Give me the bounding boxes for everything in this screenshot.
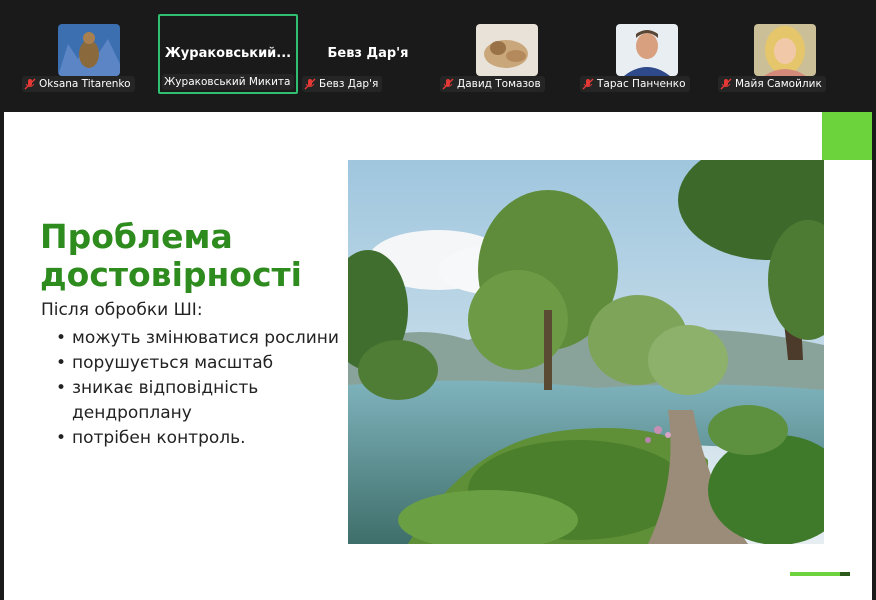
mic-muted-icon xyxy=(442,78,454,90)
participant-name-bar: Тарас Панченко xyxy=(580,76,690,92)
participant-video xyxy=(616,24,678,76)
participant-strip: Oksana Titarenko Жураковський... Жураков… xyxy=(0,0,876,108)
participant-name-bar: Давид Томазов xyxy=(440,76,545,92)
participant-tile-active[interactable]: Жураковський... Жураковський Микита xyxy=(158,14,298,94)
participant-display-name: Жураковський... xyxy=(164,46,292,61)
participant-name: Oksana Titarenko xyxy=(39,78,131,90)
mic-muted-icon xyxy=(304,78,316,90)
participant-name-bar: Oksana Titarenko xyxy=(22,76,135,92)
landscape-image xyxy=(348,160,824,544)
participant-name-bar: Бевз Дар'я xyxy=(302,76,383,92)
shared-slide: Проблема достовірності Після обробки ШІ:… xyxy=(4,112,872,600)
bullet-item: зникає відповідність дендроплану xyxy=(54,376,344,426)
slide-subtitle: Після обробки ШІ: xyxy=(41,300,203,320)
participant-name: Бевз Дар'я xyxy=(319,78,379,90)
bullet-item: порушується масштаб xyxy=(54,351,344,376)
participant-display-name: Бевз Дар'я xyxy=(327,46,409,61)
participant-tile[interactable]: Давид Томазов xyxy=(436,14,576,94)
mic-muted-icon xyxy=(24,78,36,90)
participant-name-bar: Майя Самойлик xyxy=(718,76,826,92)
bullet-item: можуть змінюватися рослини xyxy=(54,326,344,351)
slide-title-line: Проблема xyxy=(40,217,233,256)
participant-tile[interactable]: Тарас Панченко xyxy=(576,14,716,94)
mic-muted-icon xyxy=(720,78,732,90)
participant-video xyxy=(754,24,816,76)
participant-video xyxy=(476,24,538,76)
participant-name: Майя Самойлик xyxy=(735,78,822,90)
participant-video xyxy=(58,24,120,76)
decorative-bar-dark xyxy=(840,572,850,576)
participant-name: Давид Томазов xyxy=(457,78,541,90)
participant-tile[interactable]: Oksana Titarenko xyxy=(18,14,158,94)
slide-title: Проблема достовірності xyxy=(40,218,302,294)
participant-tile[interactable]: Бевз Дар'я Бевз Дар'я xyxy=(298,14,438,94)
participant-name: Тарас Панченко xyxy=(597,78,686,90)
bullet-list: можуть змінюватися рослини порушується м… xyxy=(54,326,344,451)
mic-muted-icon xyxy=(582,78,594,90)
slide-title-line: достовірності xyxy=(40,255,302,294)
participant-name-bar: Жураковський Микита xyxy=(162,74,295,90)
participant-tile[interactable]: Майя Самойлик xyxy=(714,14,854,94)
accent-square xyxy=(822,112,872,160)
participant-name: Жураковський Микита xyxy=(164,76,291,88)
bullet-item: потрібен контроль. xyxy=(54,426,344,451)
